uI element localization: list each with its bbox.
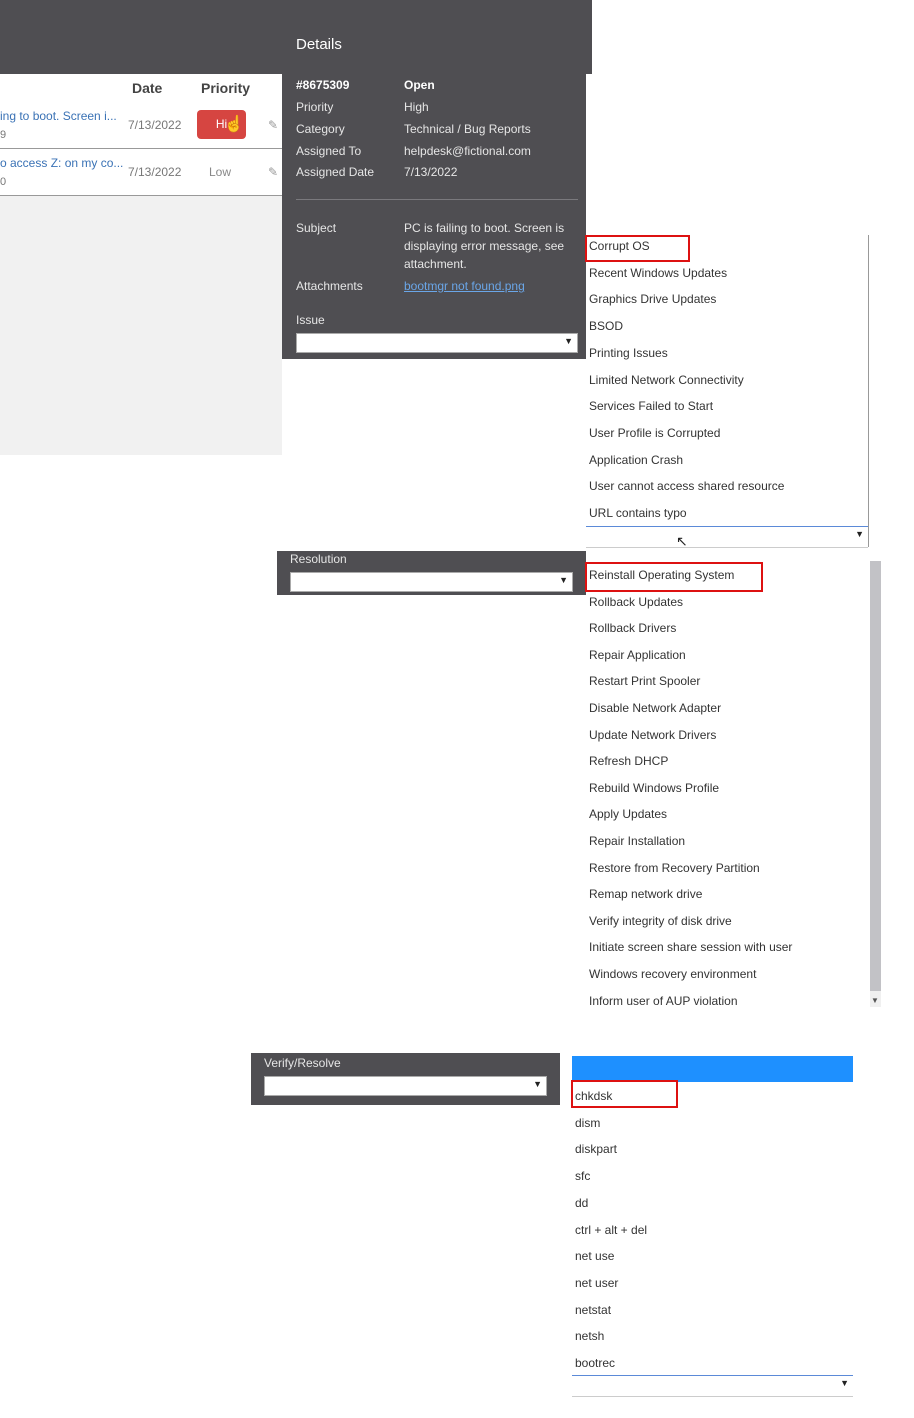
ticket-subject[interactable]: o access Z: on my co... (0, 156, 123, 170)
dropdown-option[interactable]: Repair Installation (589, 834, 685, 848)
attachment-icon: ✎ (268, 118, 279, 132)
dropdown-option[interactable]: Application Crash (589, 453, 683, 467)
dropdown-option[interactable]: Update Network Drivers (589, 728, 716, 742)
ticket-list-header: Date Priority (0, 74, 282, 102)
dropdown-option[interactable]: ctrl + alt + del (575, 1223, 647, 1237)
field-label-priority: Priority (296, 100, 334, 114)
field-label-assigned-to: Assigned To (296, 144, 362, 158)
dropdown-option[interactable]: Limited Network Connectivity (589, 373, 744, 387)
list-top-bar (0, 0, 282, 74)
dropdown-option[interactable]: netsh (575, 1329, 604, 1343)
column-date[interactable]: Date (132, 80, 162, 96)
issue-label: Issue (296, 313, 325, 327)
dropdown-option[interactable]: diskpart (575, 1142, 617, 1156)
dropdown-option[interactable]: Verify integrity of disk drive (589, 914, 732, 928)
ticket-row[interactable]: o access Z: on my co... 0 7/13/2022 Low … (0, 149, 282, 196)
ticket-subject[interactable]: ing to boot. Screen i... (0, 109, 117, 123)
dropdown-option[interactable]: BSOD (589, 319, 623, 333)
dropdown-option[interactable]: User Profile is Corrupted (589, 426, 720, 440)
dropdown-option[interactable]: Disable Network Adapter (589, 701, 721, 715)
dropdown-option[interactable]: net user (575, 1276, 618, 1290)
field-value-priority: High (404, 100, 429, 114)
mouse-pointer-icon: ↖ (676, 533, 688, 549)
field-label-assigned-date: Assigned Date (296, 165, 375, 179)
dropdown-option[interactable]: Rollback Updates (589, 595, 683, 609)
subject-label: Subject (296, 221, 337, 235)
attachments-label: Attachments (296, 279, 363, 293)
ticket-date: 7/13/2022 (128, 165, 182, 179)
dropdown-option[interactable]: Remap network drive (589, 887, 702, 901)
highlight-box (585, 235, 690, 262)
dropdown-arrow-icon: ▼ (559, 575, 568, 585)
dropdown-option[interactable]: URL contains typo (589, 506, 687, 520)
details-divider (296, 199, 578, 200)
dropdown-option[interactable]: Restore from Recovery Partition (589, 861, 760, 875)
ticket-date: 7/13/2022 (128, 118, 182, 132)
details-title: Details (296, 36, 342, 53)
attachment-icon: ✎ (268, 165, 279, 179)
ticket-id: 0 (0, 176, 7, 188)
selected-option-bar[interactable] (572, 1056, 853, 1082)
dropdown-option[interactable]: netstat (575, 1303, 611, 1317)
issue-select-expanded[interactable]: ▼ (586, 526, 868, 548)
issue-select[interactable]: ▼ (296, 333, 578, 353)
dropdown-option[interactable]: sfc (575, 1169, 590, 1183)
hand-cursor-icon: ☝ (224, 116, 244, 133)
dropdown-arrow-icon: ▼ (855, 529, 864, 539)
dropdown-option[interactable]: dism (575, 1116, 600, 1130)
ticket-status: Open (404, 78, 435, 92)
ticket-number: #8675309 (296, 78, 350, 92)
dropdown-option[interactable]: Apply Updates (589, 807, 667, 821)
dropdown-arrow-icon: ▼ (533, 1079, 542, 1089)
dropdown-option[interactable]: Printing Issues (589, 346, 668, 360)
dropdown-option[interactable]: Restart Print Spooler (589, 674, 700, 688)
verify-select[interactable]: ▼ (264, 1076, 547, 1096)
field-value-category: Technical / Bug Reports (404, 122, 531, 136)
dropdown-option[interactable]: User cannot access shared resource (589, 479, 784, 493)
dropdown-option[interactable]: Initiate screen share session with user (589, 940, 792, 954)
ticket-id: 9 (0, 129, 7, 141)
highlight-box (585, 562, 763, 592)
subject-value: PC is failing to boot. Screen is display… (404, 221, 565, 271)
dropdown-option[interactable]: Inform user of AUP violation (589, 994, 738, 1008)
resolution-label: Resolution (290, 552, 347, 566)
dropdown-option[interactable]: Recent Windows Updates (589, 266, 727, 280)
dropdown-option[interactable]: net use (575, 1249, 614, 1263)
dropdown-option[interactable]: Rebuild Windows Profile (589, 781, 719, 795)
details-panel-body (282, 74, 586, 359)
attachment-link[interactable]: bootmgr not found.png (404, 277, 574, 295)
verify-label: Verify/Resolve (264, 1056, 341, 1070)
scrollbar-thumb[interactable] (870, 561, 881, 991)
scroll-down-icon[interactable]: ▼ (871, 996, 879, 1005)
dropdown-option[interactable]: Rollback Drivers (589, 621, 676, 635)
field-value-assigned-date: 7/13/2022 (404, 165, 458, 179)
dropdown-arrow-icon: ▼ (564, 336, 573, 346)
dropdown-option[interactable]: Windows recovery environment (589, 967, 756, 981)
dropdown-option[interactable]: bootrec (575, 1356, 615, 1370)
field-label-category: Category (296, 122, 345, 136)
dropdown-option[interactable]: dd (575, 1196, 588, 1210)
verify-select-expanded[interactable]: ▼ (572, 1375, 853, 1397)
column-priority[interactable]: Priority (201, 80, 250, 96)
issue-dropdown-list (586, 235, 869, 547)
dropdown-option[interactable]: Repair Application (589, 648, 686, 662)
dropdown-arrow-icon: ▼ (840, 1378, 849, 1388)
highlight-box (571, 1080, 678, 1108)
field-value-assigned-to: helpdesk@fictional.com (404, 144, 531, 158)
resolution-select[interactable]: ▼ (290, 572, 573, 592)
dropdown-option[interactable]: Services Failed to Start (589, 399, 713, 413)
dropdown-option[interactable]: Graphics Drive Updates (589, 292, 716, 306)
dropdown-option[interactable]: Refresh DHCP (589, 754, 668, 768)
priority-low-label: Low (209, 165, 232, 179)
